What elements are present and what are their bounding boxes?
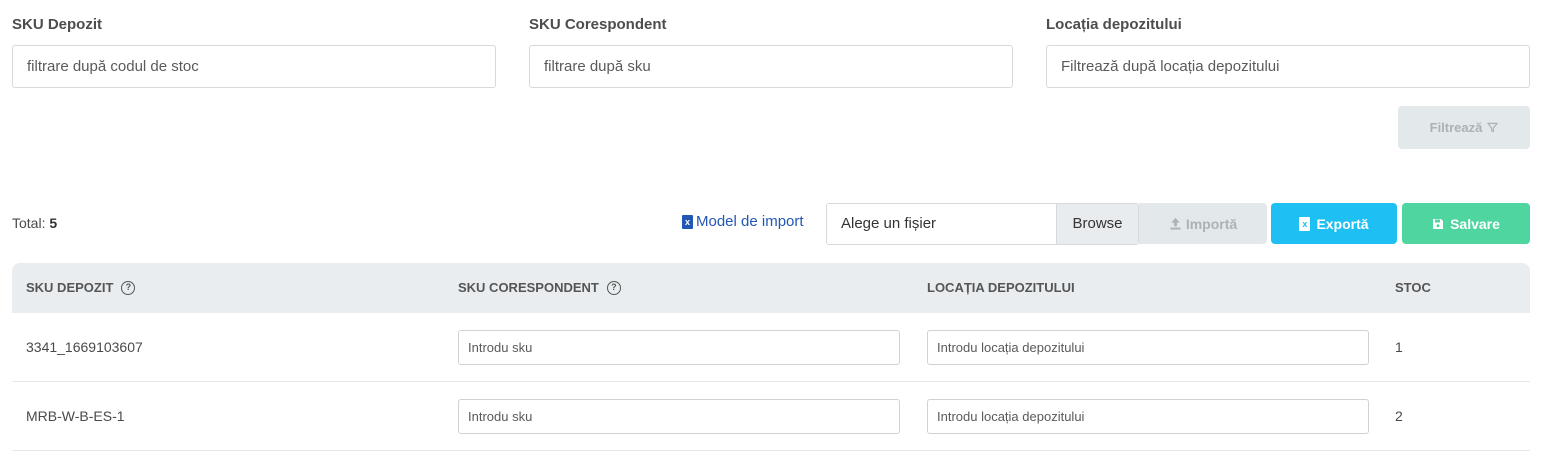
header-stoc-label: STOC <box>1395 280 1431 295</box>
help-circle-icon[interactable]: ? <box>606 281 621 295</box>
filter-button[interactable]: Filtrează <box>1398 106 1530 149</box>
total-label: Total: <box>12 215 46 231</box>
header-sku-depozit-label: SKU DEPOZIT <box>26 280 114 295</box>
filter-button-label: Filtrează <box>1429 120 1483 135</box>
export-label: Exportă <box>1316 215 1369 232</box>
header-sku-corespondent[interactable]: SKU CORESPONDENT ? <box>458 263 621 313</box>
excel-icon: x <box>1299 216 1311 231</box>
sku-corespondent-label: SKU Corespondent <box>529 16 667 33</box>
table-header: SKU DEPOZIT ? SKU CORESPONDENT ? LOCAȚIA… <box>12 263 1530 313</box>
header-locatie-label: LOCAȚIA DEPOZITULUI <box>927 280 1075 295</box>
sku-corespondent-input[interactable] <box>458 330 900 365</box>
filter-icon <box>1487 122 1499 133</box>
help-circle-icon[interactable]: ? <box>121 281 136 295</box>
excel-icon: x <box>682 214 693 229</box>
locatie-label: Locația depozitului <box>1046 16 1182 33</box>
sku-corespondent-filter-input[interactable] <box>529 45 1013 88</box>
file-picker[interactable]: Alege un fișier Browse <box>826 203 1139 245</box>
save-icon <box>1433 218 1444 229</box>
cell-sku-depozit: 3341_1669103607 <box>26 339 143 355</box>
model-import-link[interactable]: x Model de import <box>682 213 804 230</box>
total-value: 5 <box>49 215 58 231</box>
cell-sku-depozit: MRB-W-B-ES-1 <box>26 408 125 424</box>
sku-depozit-filter-input[interactable] <box>12 45 496 88</box>
locatie-filter-input[interactable] <box>1046 45 1530 88</box>
cell-stoc: 2 <box>1395 408 1403 424</box>
save-button[interactable]: Salvare <box>1402 203 1530 244</box>
locatie-input[interactable] <box>927 330 1369 365</box>
save-label: Salvare <box>1450 215 1500 232</box>
sku-depozit-label: SKU Depozit <box>12 16 102 33</box>
upload-icon <box>1170 217 1181 230</box>
model-import-label: Model de import <box>696 213 804 230</box>
browse-button[interactable]: Browse <box>1056 204 1138 244</box>
sku-corespondent-input[interactable] <box>458 399 900 434</box>
header-locatie: LOCAȚIA DEPOZITULUI <box>927 263 1075 313</box>
file-picker-text[interactable]: Alege un fișier <box>827 204 1056 244</box>
header-sku-corespondent-label: SKU CORESPONDENT <box>458 280 599 295</box>
total-count: Total: 5 <box>12 215 57 231</box>
header-stoc: STOC <box>1395 263 1431 313</box>
export-button[interactable]: x Exportă <box>1271 203 1397 244</box>
cell-stoc: 1 <box>1395 339 1403 355</box>
table-row: MRB-W-B-ES-1 2 <box>12 382 1530 451</box>
header-sku-depozit[interactable]: SKU DEPOZIT ? <box>26 263 136 313</box>
table-row: 3341_1669103607 1 <box>12 313 1530 382</box>
locatie-input[interactable] <box>927 399 1369 434</box>
import-button[interactable]: Importă <box>1139 203 1267 244</box>
import-label: Importă <box>1185 215 1238 232</box>
